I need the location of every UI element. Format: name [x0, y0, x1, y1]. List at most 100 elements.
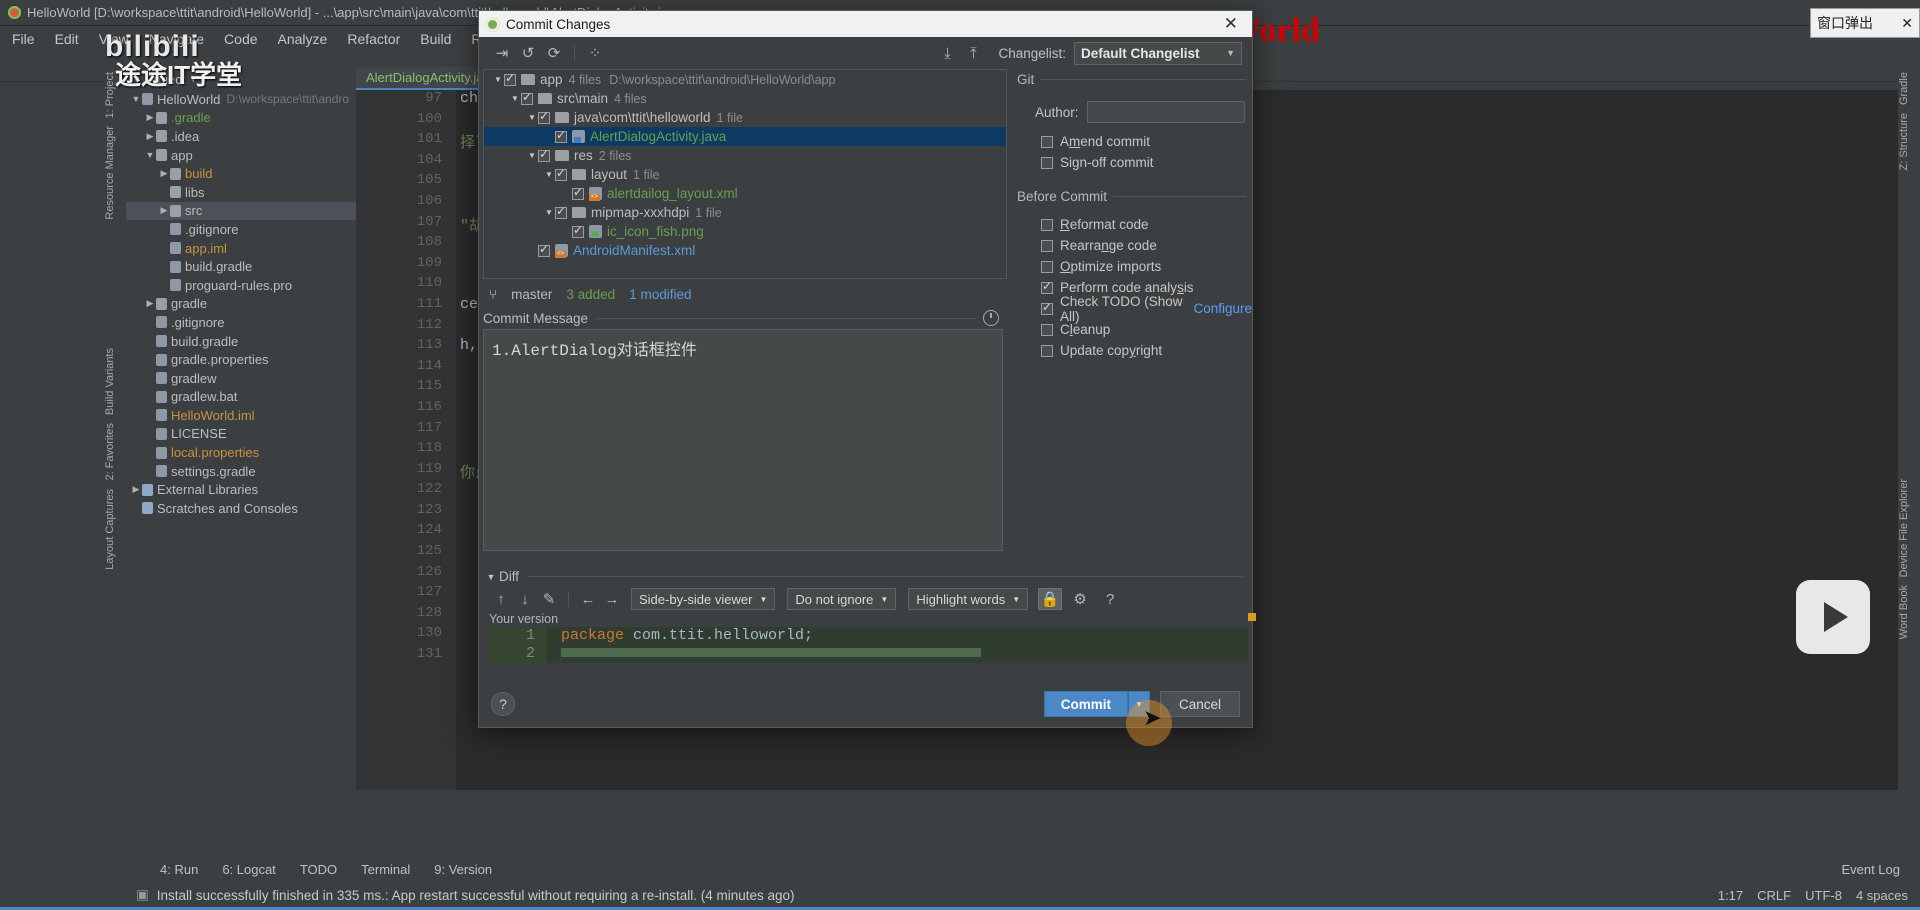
file-checkbox[interactable]: [521, 90, 533, 105]
commit-changes-dialog[interactable]: Commit Changes ✕ ⇥ ↺ ⟳ ⁘ ⤓ ⤒ Changelist:…: [478, 10, 1256, 728]
project-tree-item[interactable]: gradlew.bat: [126, 388, 356, 407]
commit-file-row[interactable]: ▼ src\main 4 files: [484, 89, 1006, 108]
tree-arrow-icon[interactable]: ▼: [526, 113, 538, 122]
diff-section-header[interactable]: ▼ Diff: [479, 565, 1252, 584]
file-encoding[interactable]: UTF-8: [1805, 888, 1842, 903]
status-todo[interactable]: TODO: [300, 862, 337, 877]
file-checkbox[interactable]: [572, 185, 584, 200]
cancel-button[interactable]: Cancel: [1159, 691, 1240, 717]
sidebar-item-word-book[interactable]: Word Book: [1898, 581, 1910, 643]
tree-arrow-icon[interactable]: ▼: [144, 150, 156, 160]
diff-content[interactable]: 1 2 package com.ttit.helloworld;: [489, 613, 1256, 663]
status-run[interactable]: 4: Run: [160, 862, 198, 877]
status-event-log[interactable]: Event Log: [1841, 862, 1900, 877]
checkbox[interactable]: [1041, 323, 1053, 336]
refresh-icon[interactable]: ⟳: [541, 41, 567, 65]
help-button[interactable]: ?: [491, 692, 515, 716]
status-terminal[interactable]: Terminal: [361, 862, 410, 877]
commit-toolbar[interactable]: ⇥ ↺ ⟳ ⁘ ⤓ ⤒ Changelist: Default Changeli…: [479, 37, 1252, 69]
project-tree-item[interactable]: ▼ app: [126, 146, 356, 165]
before-commit-checkbox-check-todo-show-all[interactable]: Check TODO (Show All) Configure: [1017, 294, 1252, 324]
checkbox[interactable]: [1041, 344, 1053, 357]
before-commit-checkbox-rearrange-code[interactable]: Rearrange code: [1017, 235, 1252, 256]
project-tree-item[interactable]: gradle.properties: [126, 350, 356, 369]
menu-refactor[interactable]: Refactor: [347, 31, 400, 47]
project-tree-item[interactable]: app.iml: [126, 239, 356, 258]
history-clock-icon[interactable]: [983, 310, 999, 326]
sidebar-item-gradle[interactable]: Gradle: [1898, 68, 1910, 109]
next-difference-icon[interactable]: ↓: [513, 588, 537, 610]
left-toolwindow-strip[interactable]: 1: Project Resource Manager Build Varian…: [104, 68, 126, 828]
close-icon[interactable]: ✕: [1901, 15, 1913, 32]
status-right-group[interactable]: 1:17 CRLF UTF-8 4 spaces: [1718, 882, 1908, 908]
commit-file-row[interactable]: ▼ res 2 files: [484, 146, 1006, 165]
checkbox[interactable]: [1041, 135, 1053, 148]
menu-file[interactable]: File: [12, 31, 35, 47]
popup-window-overlay[interactable]: 窗口弹出 ✕: [1810, 8, 1920, 38]
checkbox[interactable]: [1041, 279, 1053, 294]
tree-arrow-icon[interactable]: ▶: [130, 484, 142, 495]
changelist-select[interactable]: Default Changelist ▼: [1074, 41, 1242, 65]
previous-difference-icon[interactable]: ↑: [489, 588, 513, 610]
diff-ignore-select[interactable]: Do not ignore ▼: [787, 588, 897, 610]
changed-files-tree[interactable]: ▼ app 4 files D:\workspace\ttit\android\Hel…: [483, 69, 1007, 279]
file-checkbox[interactable]: [555, 204, 567, 219]
project-tree-item[interactable]: build.gradle: [126, 332, 356, 351]
menu-edit[interactable]: Edit: [55, 31, 79, 47]
menu-build[interactable]: Build: [420, 31, 451, 47]
right-toolwindow-strip[interactable]: Gradle Z: Structure Device File Explorer…: [1898, 68, 1920, 828]
commit-button[interactable]: Commit: [1043, 691, 1128, 717]
edit-source-icon[interactable]: ✎: [537, 588, 561, 610]
revert-icon[interactable]: ↺: [515, 41, 541, 65]
commit-file-row[interactable]: ▼ java\com\ttit\helloworld 1 file: [484, 108, 1006, 127]
project-tree[interactable]: ▼ HelloWorld D:\workspace\ttit\andro ▶ .grad…: [126, 90, 356, 830]
checkbox[interactable]: [1041, 156, 1053, 169]
tree-arrow-icon[interactable]: ▼: [543, 208, 555, 217]
sidebar-item-favorites[interactable]: 2: Favorites: [104, 419, 116, 484]
status-logcat[interactable]: 6: Logcat: [222, 862, 276, 877]
line-separator[interactable]: CRLF: [1757, 888, 1791, 903]
tree-arrow-icon[interactable]: ▶: [144, 298, 156, 309]
apply-right-icon[interactable]: →: [600, 588, 624, 610]
before-commit-checkbox-group[interactable]: Reformat code Rearrange code Optimize impo…: [1017, 214, 1252, 361]
sidebar-item-structure[interactable]: Z: Structure: [1898, 109, 1910, 174]
project-tree-item[interactable]: Scratches and Consoles: [126, 499, 356, 518]
git-checkbox-amend-commit[interactable]: Amend commit: [1017, 131, 1252, 152]
tree-arrow-icon[interactable]: ▼: [130, 94, 142, 104]
tool-window-bar[interactable]: 4: Run 6: Logcat TODO Terminal 9: Versio…: [0, 856, 1920, 882]
menu-analyze[interactable]: Analyze: [278, 31, 328, 47]
commit-file-row[interactable]: alertdailog_layout.xml: [484, 184, 1006, 203]
checkbox[interactable]: [1041, 218, 1053, 231]
tree-arrow-icon[interactable]: ▶: [158, 205, 170, 216]
project-tree-item[interactable]: .gitignore: [126, 220, 356, 239]
project-tree-item[interactable]: ▶ gradle: [126, 295, 356, 314]
checkbox[interactable]: [1041, 300, 1053, 315]
sidebar-item-layout-captures[interactable]: Layout Captures: [104, 485, 116, 574]
git-checkbox-sign-off-commit[interactable]: Sign-off commit: [1017, 152, 1252, 173]
tree-arrow-icon[interactable]: ▼: [526, 151, 538, 160]
project-tree-item[interactable]: build.gradle: [126, 257, 356, 276]
project-tree-item[interactable]: HelloWorld.iml: [126, 406, 356, 425]
apply-left-icon[interactable]: ←: [576, 588, 600, 610]
sidebar-item-device-file-explorer[interactable]: Device File Explorer: [1898, 475, 1910, 581]
gear-icon[interactable]: ⚙: [1068, 588, 1092, 610]
tree-arrow-icon[interactable]: ▶: [144, 112, 156, 123]
indent-setting[interactable]: 4 spaces: [1856, 888, 1908, 903]
project-tree-item[interactable]: ▶ src: [126, 201, 356, 221]
project-tree-item[interactable]: .gitignore: [126, 313, 356, 332]
checkbox[interactable]: [1041, 239, 1053, 252]
file-checkbox[interactable]: [555, 128, 567, 143]
commit-file-row[interactable]: AndroidManifest.xml: [484, 241, 1006, 260]
tree-arrow-icon[interactable]: ▼: [543, 170, 555, 179]
project-tree-item[interactable]: local.properties: [126, 443, 356, 462]
caret-position[interactable]: 1:17: [1718, 888, 1743, 903]
diff-highlight-select[interactable]: Highlight words ▼: [908, 588, 1029, 610]
project-tree-item[interactable]: ▶ .idea: [126, 127, 356, 146]
tree-arrow-icon[interactable]: ▶: [158, 168, 170, 179]
file-checkbox[interactable]: [504, 71, 516, 86]
commit-file-row[interactable]: ic_icon_fish.png: [484, 222, 1006, 241]
project-tree-item[interactable]: libs: [126, 183, 356, 202]
expand-all-icon[interactable]: ⤓: [934, 41, 960, 65]
project-tree-item[interactable]: ▶ .gradle: [126, 109, 356, 128]
file-checkbox[interactable]: [538, 242, 550, 257]
